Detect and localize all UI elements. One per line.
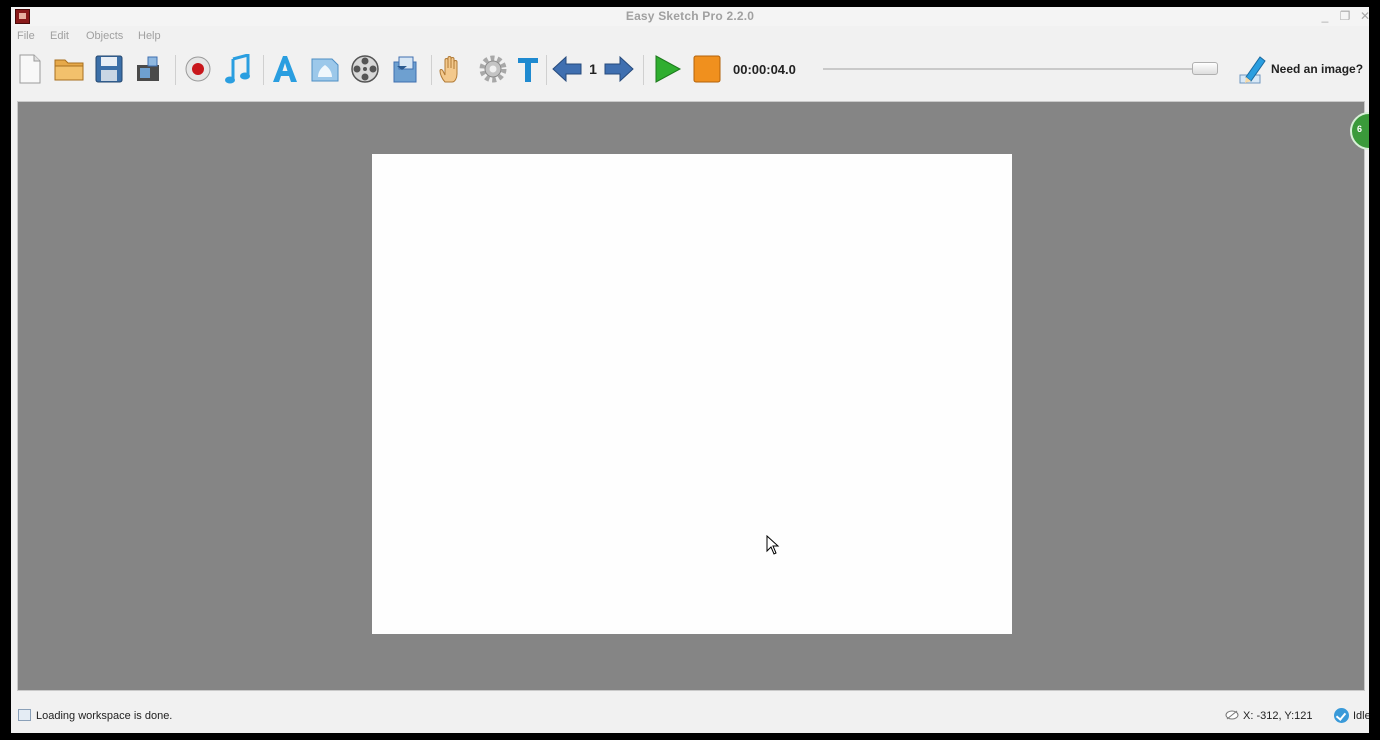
cursor-coordinates: X: -312, Y:121 — [1243, 710, 1313, 722]
window-title: Easy Sketch Pro 2.2.0 — [625, 9, 755, 23]
arrow-right-icon — [604, 55, 634, 83]
mouse-cursor-icon — [766, 534, 780, 560]
mouse-position-icon — [1225, 710, 1239, 720]
need-image-button[interactable] — [1236, 53, 1268, 85]
text-button[interactable] — [269, 53, 301, 85]
save-disk-icon — [95, 55, 123, 83]
pencil-image-icon — [1239, 56, 1266, 84]
record-icon — [185, 56, 211, 82]
text-a-icon — [273, 56, 297, 82]
image-icon — [311, 58, 339, 82]
new-document-icon — [19, 54, 41, 84]
save-button[interactable] — [93, 53, 125, 85]
music-note-icon — [225, 54, 250, 84]
play-icon — [655, 55, 682, 83]
close-button[interactable]: ✕ — [1357, 8, 1369, 24]
page-number: 1 — [589, 61, 597, 77]
timeline-slider-track[interactable] — [823, 68, 1217, 70]
toolbar-separator — [263, 55, 264, 85]
status-bar: Loading workspace is done. X: -312, Y:12… — [11, 705, 1369, 729]
workspace-status-icon — [18, 709, 31, 721]
toolbar-separator — [175, 55, 176, 85]
text-t-icon — [518, 58, 538, 82]
open-folder-icon — [54, 59, 84, 81]
stop-icon — [693, 55, 721, 83]
idle-status-icon — [1334, 708, 1349, 723]
slides-button[interactable] — [390, 53, 422, 85]
gear-icon — [479, 55, 507, 83]
app-state: Idle — [1353, 710, 1369, 722]
restore-button[interactable]: ❐ — [1337, 8, 1353, 24]
settings-button[interactable] — [477, 53, 509, 85]
toolbar: 1 00:00:04.0 Need an image? — [11, 47, 1369, 99]
music-button[interactable] — [222, 53, 254, 85]
open-button[interactable] — [53, 53, 85, 85]
title-bar: Easy Sketch Pro 2.2.0 _ ❐ ✕ — [11, 7, 1369, 26]
export-button[interactable] — [133, 53, 165, 85]
image-button[interactable] — [309, 53, 341, 85]
menu-edit[interactable]: Edit — [50, 30, 69, 42]
menu-help[interactable]: Help — [138, 30, 161, 42]
need-image-label[interactable]: Need an image? — [1271, 62, 1363, 76]
menu-objects[interactable]: Objects — [86, 30, 123, 42]
status-message: Loading workspace is done. — [36, 710, 173, 722]
playback-time: 00:00:04.0 — [733, 62, 796, 77]
slides-icon — [393, 56, 417, 83]
menu-file[interactable]: File — [17, 30, 35, 42]
hand-icon — [439, 56, 458, 83]
record-button[interactable] — [182, 53, 214, 85]
play-button[interactable] — [651, 53, 683, 85]
arrow-left-icon — [552, 55, 582, 83]
app-window: Easy Sketch Pro 2.2.0 _ ❐ ✕ File Edit Ob… — [11, 7, 1369, 733]
toolbar-separator — [643, 55, 644, 85]
next-page-button[interactable] — [603, 53, 635, 85]
workspace[interactable] — [17, 101, 1365, 691]
stop-button[interactable] — [691, 53, 723, 85]
toolbar-separator — [431, 55, 432, 85]
timeline-slider-thumb[interactable] — [1192, 62, 1218, 75]
toolbar-separator — [546, 55, 547, 85]
menu-bar: File Edit Objects Help — [11, 28, 1369, 46]
export-icon — [137, 56, 159, 81]
side-panel-tab-glyph: 6 — [1357, 124, 1363, 134]
text-tool-button[interactable] — [512, 53, 544, 85]
video-button[interactable] — [349, 53, 381, 85]
minimize-button[interactable]: _ — [1317, 8, 1333, 24]
previous-page-button[interactable] — [551, 53, 583, 85]
hand-tool-button[interactable] — [436, 53, 468, 85]
film-reel-icon — [351, 55, 379, 83]
new-button[interactable] — [14, 53, 46, 85]
drawing-canvas[interactable] — [372, 154, 1012, 634]
